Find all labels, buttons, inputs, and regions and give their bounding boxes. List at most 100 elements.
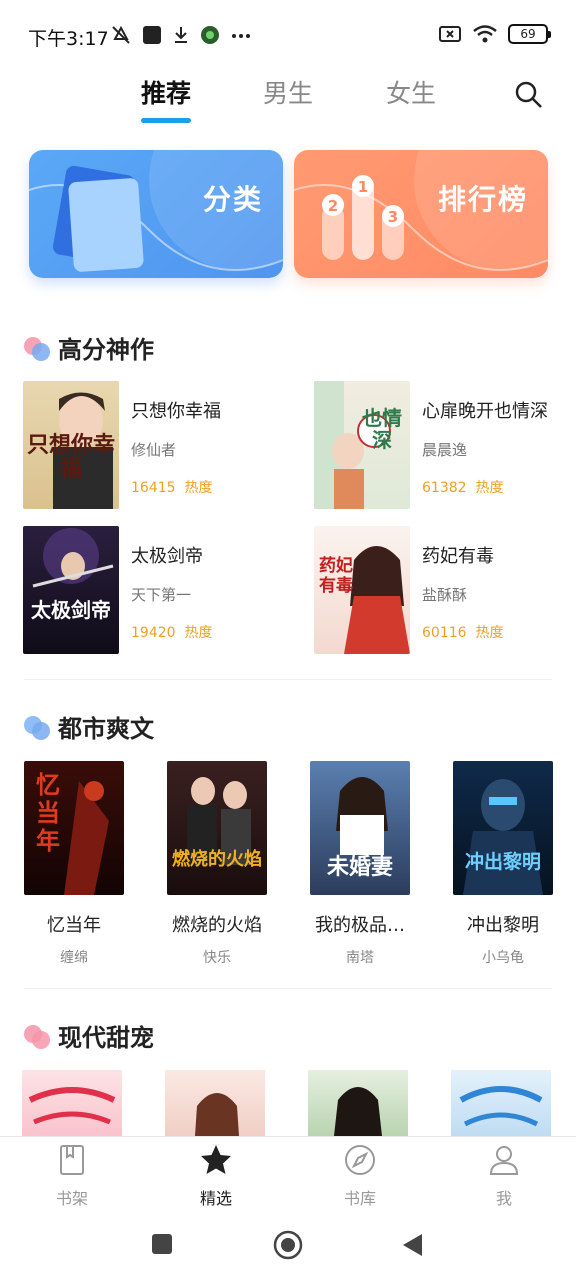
category-tabs: 推荐 男生 女生 [0, 68, 576, 128]
book-heat: 16415 热度 [131, 480, 213, 496]
section-header-urban: 都市爽文 [24, 709, 154, 744]
book-author: 快乐 [203, 950, 231, 966]
book-cover[interactable] [22, 1070, 122, 1136]
book-title: 心扉晚开也情深 [422, 401, 548, 422]
tab-indicator [141, 118, 191, 123]
status-time: 下午3:17 [28, 28, 109, 50]
recents-icon[interactable] [150, 1232, 174, 1256]
battery-icon: 69 [508, 24, 551, 44]
book-card[interactable]: 也情深 心扉晚开也情深 晨晨逸 61382 热度 [314, 381, 576, 509]
star-icon [201, 1145, 231, 1174]
book-author: 晨晨逸 [422, 441, 468, 459]
book-title: 忆当年 [47, 915, 101, 936]
ranking-banner[interactable]: 2 1 3 排行榜 [294, 150, 548, 278]
back-icon[interactable] [400, 1232, 424, 1258]
cover-title: 药妃有毒 [319, 556, 353, 596]
nav-library[interactable]: 书库 [320, 1143, 400, 1209]
cover-title: 未婚妻 [326, 854, 393, 880]
tab-male[interactable]: 男生 [263, 74, 313, 110]
nav-bookshelf[interactable]: 书架 [32, 1143, 112, 1209]
book-author: 天下第一 [131, 586, 192, 604]
book-card[interactable]: 只想你幸福 只想你幸福 修仙者 16415 热度 [23, 381, 293, 509]
book-item[interactable]: 未婚妻 我的极品… 南塔 [308, 761, 412, 967]
section-title: 现代甜宠 [58, 1024, 154, 1052]
cover-art [459, 1086, 543, 1127]
book-cover: 忆当年 [24, 761, 124, 895]
compass-icon [345, 1145, 375, 1175]
book-title: 只想你幸福 [131, 401, 221, 422]
book-item[interactable]: 燃烧的火焰 燃烧的火焰 快乐 [165, 761, 269, 967]
cover-art [463, 779, 543, 895]
book-heat: 60116 热度 [422, 625, 504, 641]
battery-level: 69 [520, 27, 536, 41]
nav-me[interactable]: 我 [464, 1143, 544, 1209]
book-title: 我的极品… [315, 915, 405, 936]
cover-title: 只想你幸福 [26, 432, 115, 482]
more-dots-icon [232, 34, 250, 38]
cover-title: 燃烧的火焰 [172, 849, 262, 870]
book-cover: 未婚妻 [310, 761, 410, 895]
book-cover[interactable] [308, 1070, 408, 1136]
book-author: 小乌龟 [482, 950, 524, 966]
book-author: 缠绵 [60, 950, 88, 966]
category-banner[interactable]: 分类 [29, 150, 283, 278]
status-bar: 下午3:17 69 [0, 0, 576, 72]
section-header-top-rated: 高分神作 [24, 330, 154, 365]
nav-label: 我 [495, 1189, 512, 1208]
svg-text:1: 1 [358, 178, 368, 196]
section-title: 高分神作 [58, 336, 154, 364]
system-navigation-bar [0, 1210, 576, 1280]
svg-text:3: 3 [388, 208, 398, 226]
book-cover: 冲出黎明 [453, 761, 553, 895]
book-author: 修仙者 [131, 441, 177, 459]
tab-female[interactable]: 女生 [386, 74, 436, 110]
section-dot-icon [24, 714, 52, 740]
cover-title: 忆当年 [36, 770, 60, 855]
game-app-icon [201, 26, 219, 44]
book-cover[interactable] [165, 1070, 265, 1136]
book-item[interactable]: 忆当年 忆当年 缠绵 [22, 761, 126, 967]
cover-art [334, 1087, 382, 1136]
book-cover: 只想你幸福 [23, 381, 119, 509]
cover-art [32, 528, 114, 588]
status-system-icons: 69 [438, 24, 551, 44]
status-notification-icons [110, 24, 252, 46]
book-item[interactable]: 冲出黎明 冲出黎明 小乌龟 [451, 761, 555, 967]
user-icon [489, 1146, 519, 1175]
book-heat: 19420 热度 [131, 625, 213, 641]
bottom-navigation: 书架 精选 书库 我 [0, 1136, 576, 1210]
nav-featured[interactable]: 精选 [176, 1143, 256, 1209]
book-author: 南塔 [346, 950, 374, 966]
nav-label: 书架 [55, 1189, 88, 1208]
home-icon[interactable] [273, 1230, 303, 1260]
book-title: 药妃有毒 [422, 546, 494, 567]
sim-off-icon [439, 26, 461, 42]
section-title: 都市爽文 [58, 715, 154, 743]
book-card[interactable]: 太极剑帝 太极剑帝 天下第一 19420 热度 [23, 526, 293, 654]
book-title: 冲出黎明 [467, 915, 539, 936]
cover-art [195, 1093, 239, 1136]
download-icon [175, 27, 187, 43]
tab-recommend[interactable]: 推荐 [141, 74, 191, 110]
app-square-icon [143, 26, 161, 44]
book-author: 盐酥酥 [422, 586, 468, 604]
book-card[interactable]: 药妃有毒 药妃有毒 盐酥酥 60116 热度 [314, 526, 576, 654]
ranking-banner-label: 排行榜 [437, 183, 528, 216]
book-title: 太极剑帝 [131, 546, 203, 567]
search-icon[interactable] [514, 80, 544, 110]
bookshelf-icon [60, 1145, 84, 1175]
cover-title: 冲出黎明 [464, 851, 541, 873]
nav-label: 精选 [199, 1189, 232, 1208]
section-header-romance: 现代甜宠 [24, 1018, 154, 1053]
book-cover: 燃烧的火焰 [167, 761, 267, 895]
cover-art [28, 1087, 116, 1125]
book-cover: 也情深 [314, 381, 410, 509]
section-divider [24, 988, 552, 989]
book-cover: 药妃有毒 [314, 526, 410, 654]
section-dot-icon [24, 1023, 52, 1049]
section-dot-icon [24, 335, 52, 361]
book-cover[interactable] [451, 1070, 551, 1136]
book-cover: 太极剑帝 [23, 526, 119, 654]
category-banner-label: 分类 [202, 183, 263, 216]
cover-art [187, 777, 251, 865]
